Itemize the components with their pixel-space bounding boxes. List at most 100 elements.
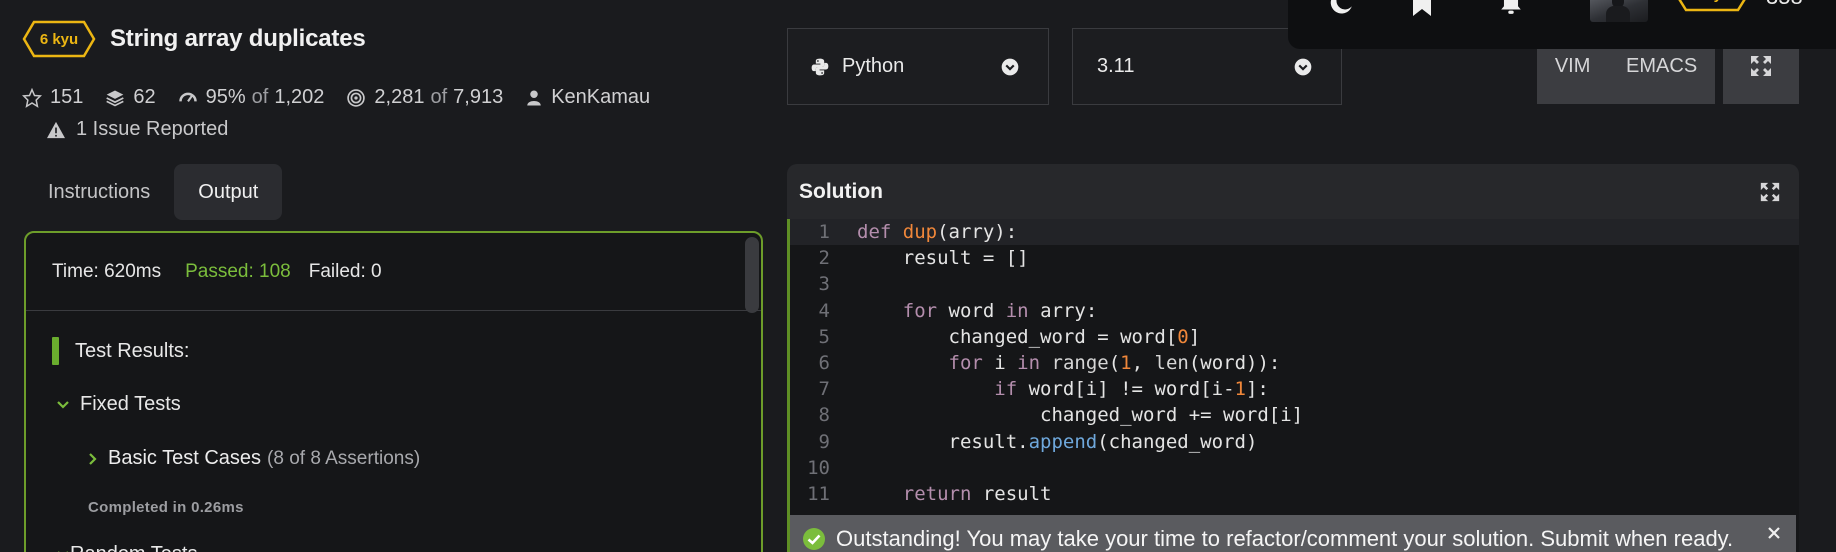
stars-count: 151 <box>50 86 84 108</box>
line-number: 6 <box>818 352 830 375</box>
code-line[interactable]: 5 changed_word = word[0] <box>790 324 1799 350</box>
code-text[interactable]: result.append(changed_word) <box>857 431 1258 453</box>
code-line[interactable]: 4 for word in arry: <box>790 298 1799 324</box>
code-text[interactable]: for word in arry: <box>857 300 1098 322</box>
code-text[interactable]: if word[i] != word[i-1]: <box>857 378 1269 400</box>
code-line[interactable]: 9 result.append(changed_word) <box>790 429 1799 455</box>
emacs-button[interactable]: EMACS <box>1626 55 1697 78</box>
code-line[interactable]: 8 changed_word += word[i] <box>790 402 1799 428</box>
issues-reported[interactable]: 1 Issue Reported <box>46 118 228 141</box>
honor-score: 358 <box>1766 0 1803 10</box>
output-panel: Time: 620ms Passed: 108 Failed: 0 Test R… <box>24 231 763 552</box>
group-random-tests[interactable]: Random Tests <box>56 543 197 552</box>
line-number: 4 <box>818 299 830 322</box>
test-results-heading: Test Results: <box>52 337 189 365</box>
solution-panel: Solution 1 def dup(arry): 2 result = [] 3… <box>787 164 1799 552</box>
code-text[interactable]: result = [] <box>857 247 1029 269</box>
tab-output[interactable]: Output <box>174 164 283 220</box>
line-number: 1 <box>818 221 830 244</box>
vim-button[interactable]: VIM <box>1555 55 1591 78</box>
completed-total: 7,913 <box>453 86 504 108</box>
code-line[interactable]: 11 return result <box>790 481 1799 507</box>
issues-label[interactable]: 1 Issue Reported <box>76 118 228 141</box>
code-text[interactable]: changed_word = word[0] <box>857 326 1201 348</box>
satisfaction-pct: 95% <box>205 86 246 108</box>
close-icon[interactable] <box>1766 525 1782 541</box>
star-icon <box>22 87 42 108</box>
collections-stat: 62 <box>105 86 156 109</box>
completed-of: of <box>430 86 448 108</box>
chevron-down-icon <box>1001 58 1019 76</box>
user-toolbar: 5 kyu 358 <box>1288 0 1836 49</box>
toast-message: Outstanding! You may take your time to r… <box>836 526 1734 551</box>
moon-icon <box>1330 0 1352 14</box>
kata-stats: 151 62 95% of 1,202 2,281 of 7,913 KenKa… <box>22 86 672 109</box>
group-fixed-tests[interactable]: Fixed Tests <box>56 393 181 416</box>
version-value[interactable]: 3.11 <box>1097 55 1134 78</box>
python-icon <box>811 58 829 75</box>
language-select[interactable]: Python <box>787 28 1049 105</box>
code-line[interactable]: 3 <box>790 271 1799 297</box>
test-basic-cases[interactable]: Basic Test Cases (8 of 8 Assertions) <box>88 447 420 470</box>
code-line[interactable]: 7 if word[i] != word[i-1]: <box>790 376 1799 402</box>
chevron-down-icon <box>1294 58 1312 76</box>
group-label[interactable]: Fixed Tests <box>80 393 181 416</box>
expand-icon <box>1751 56 1771 76</box>
satisfaction-stat: 95% of 1,202 <box>178 86 325 109</box>
group-label[interactable]: Random Tests <box>70 543 197 552</box>
line-number: 3 <box>818 273 830 296</box>
tab-instructions[interactable]: Instructions <box>24 164 174 220</box>
panel-tabs: Instructions Output <box>24 164 283 220</box>
chevron-down-icon <box>57 400 69 409</box>
warning-icon <box>47 121 65 138</box>
output-scrollbar[interactable] <box>745 237 759 313</box>
layers-icon <box>106 90 125 106</box>
line-number: 7 <box>818 378 830 401</box>
passed-count: Passed: 108 <box>185 260 291 282</box>
code-line[interactable]: 1 def dup(arry): <box>790 219 1799 246</box>
check-circle-icon <box>803 528 825 550</box>
kata-rank-badge: 6 kyu <box>22 20 96 58</box>
satisfaction-of: of <box>251 86 269 108</box>
line-number: 8 <box>818 404 830 427</box>
test-label[interactable]: Basic Test Cases <box>108 447 261 470</box>
bell-icon <box>1501 0 1521 14</box>
collections-count: 62 <box>133 86 156 108</box>
completions-stat: 2,281 of 7,913 <box>346 86 503 109</box>
line-number: 2 <box>818 247 830 270</box>
expand-icon[interactable] <box>1759 181 1781 203</box>
solution-header: Solution <box>787 164 1799 219</box>
line-number: 5 <box>818 325 830 348</box>
code-text[interactable]: return result <box>857 483 1052 505</box>
avatar[interactable] <box>1590 0 1648 22</box>
test-results-label: Test Results: <box>75 339 190 362</box>
run-summary: Time: 620ms Passed: 108 Failed: 0 <box>26 233 761 311</box>
success-bar <box>52 337 59 365</box>
code-text[interactable]: for i in range(1, len(word)): <box>857 352 1281 374</box>
line-number: 10 <box>807 456 830 479</box>
test-assertions: (8 of 8 Assertions) <box>267 447 421 469</box>
failed-count: Failed: 0 <box>308 260 382 282</box>
completed-in: Completed in 0.26ms <box>88 499 244 516</box>
code-line[interactable]: 6 for i in range(1, len(word)): <box>790 350 1799 376</box>
line-number: 9 <box>818 430 830 453</box>
user-rank-label: 5 kyu <box>1674 0 1750 12</box>
author-name[interactable]: KenKamau <box>551 86 650 109</box>
bookmark-icon <box>1413 0 1431 16</box>
chevron-right-icon <box>89 452 97 465</box>
success-toast: Outstanding! You may take your time to r… <box>790 515 1796 552</box>
line-number: 11 <box>807 482 830 505</box>
run-time: Time: 620ms <box>52 260 162 282</box>
code-line[interactable]: 2 result = [] <box>790 245 1799 271</box>
completed-count: 2,281 <box>374 86 425 108</box>
kata-header: 6 kyu String array duplicates <box>22 20 366 58</box>
user-rank-badge: 5 kyu <box>1674 0 1750 12</box>
code-text[interactable]: changed_word += word[i] <box>857 404 1303 426</box>
code-text[interactable]: def dup(arry): <box>857 221 1017 243</box>
code-line[interactable]: 10 <box>790 455 1799 481</box>
author-stat[interactable]: KenKamau <box>525 86 650 109</box>
code-editor[interactable]: 1 def dup(arry): 2 result = [] 3 4 for wo… <box>787 219 1799 552</box>
language-value[interactable]: Python <box>842 55 904 78</box>
satisfaction-total: 1,202 <box>274 86 325 108</box>
stars-stat[interactable]: 151 <box>22 86 83 109</box>
